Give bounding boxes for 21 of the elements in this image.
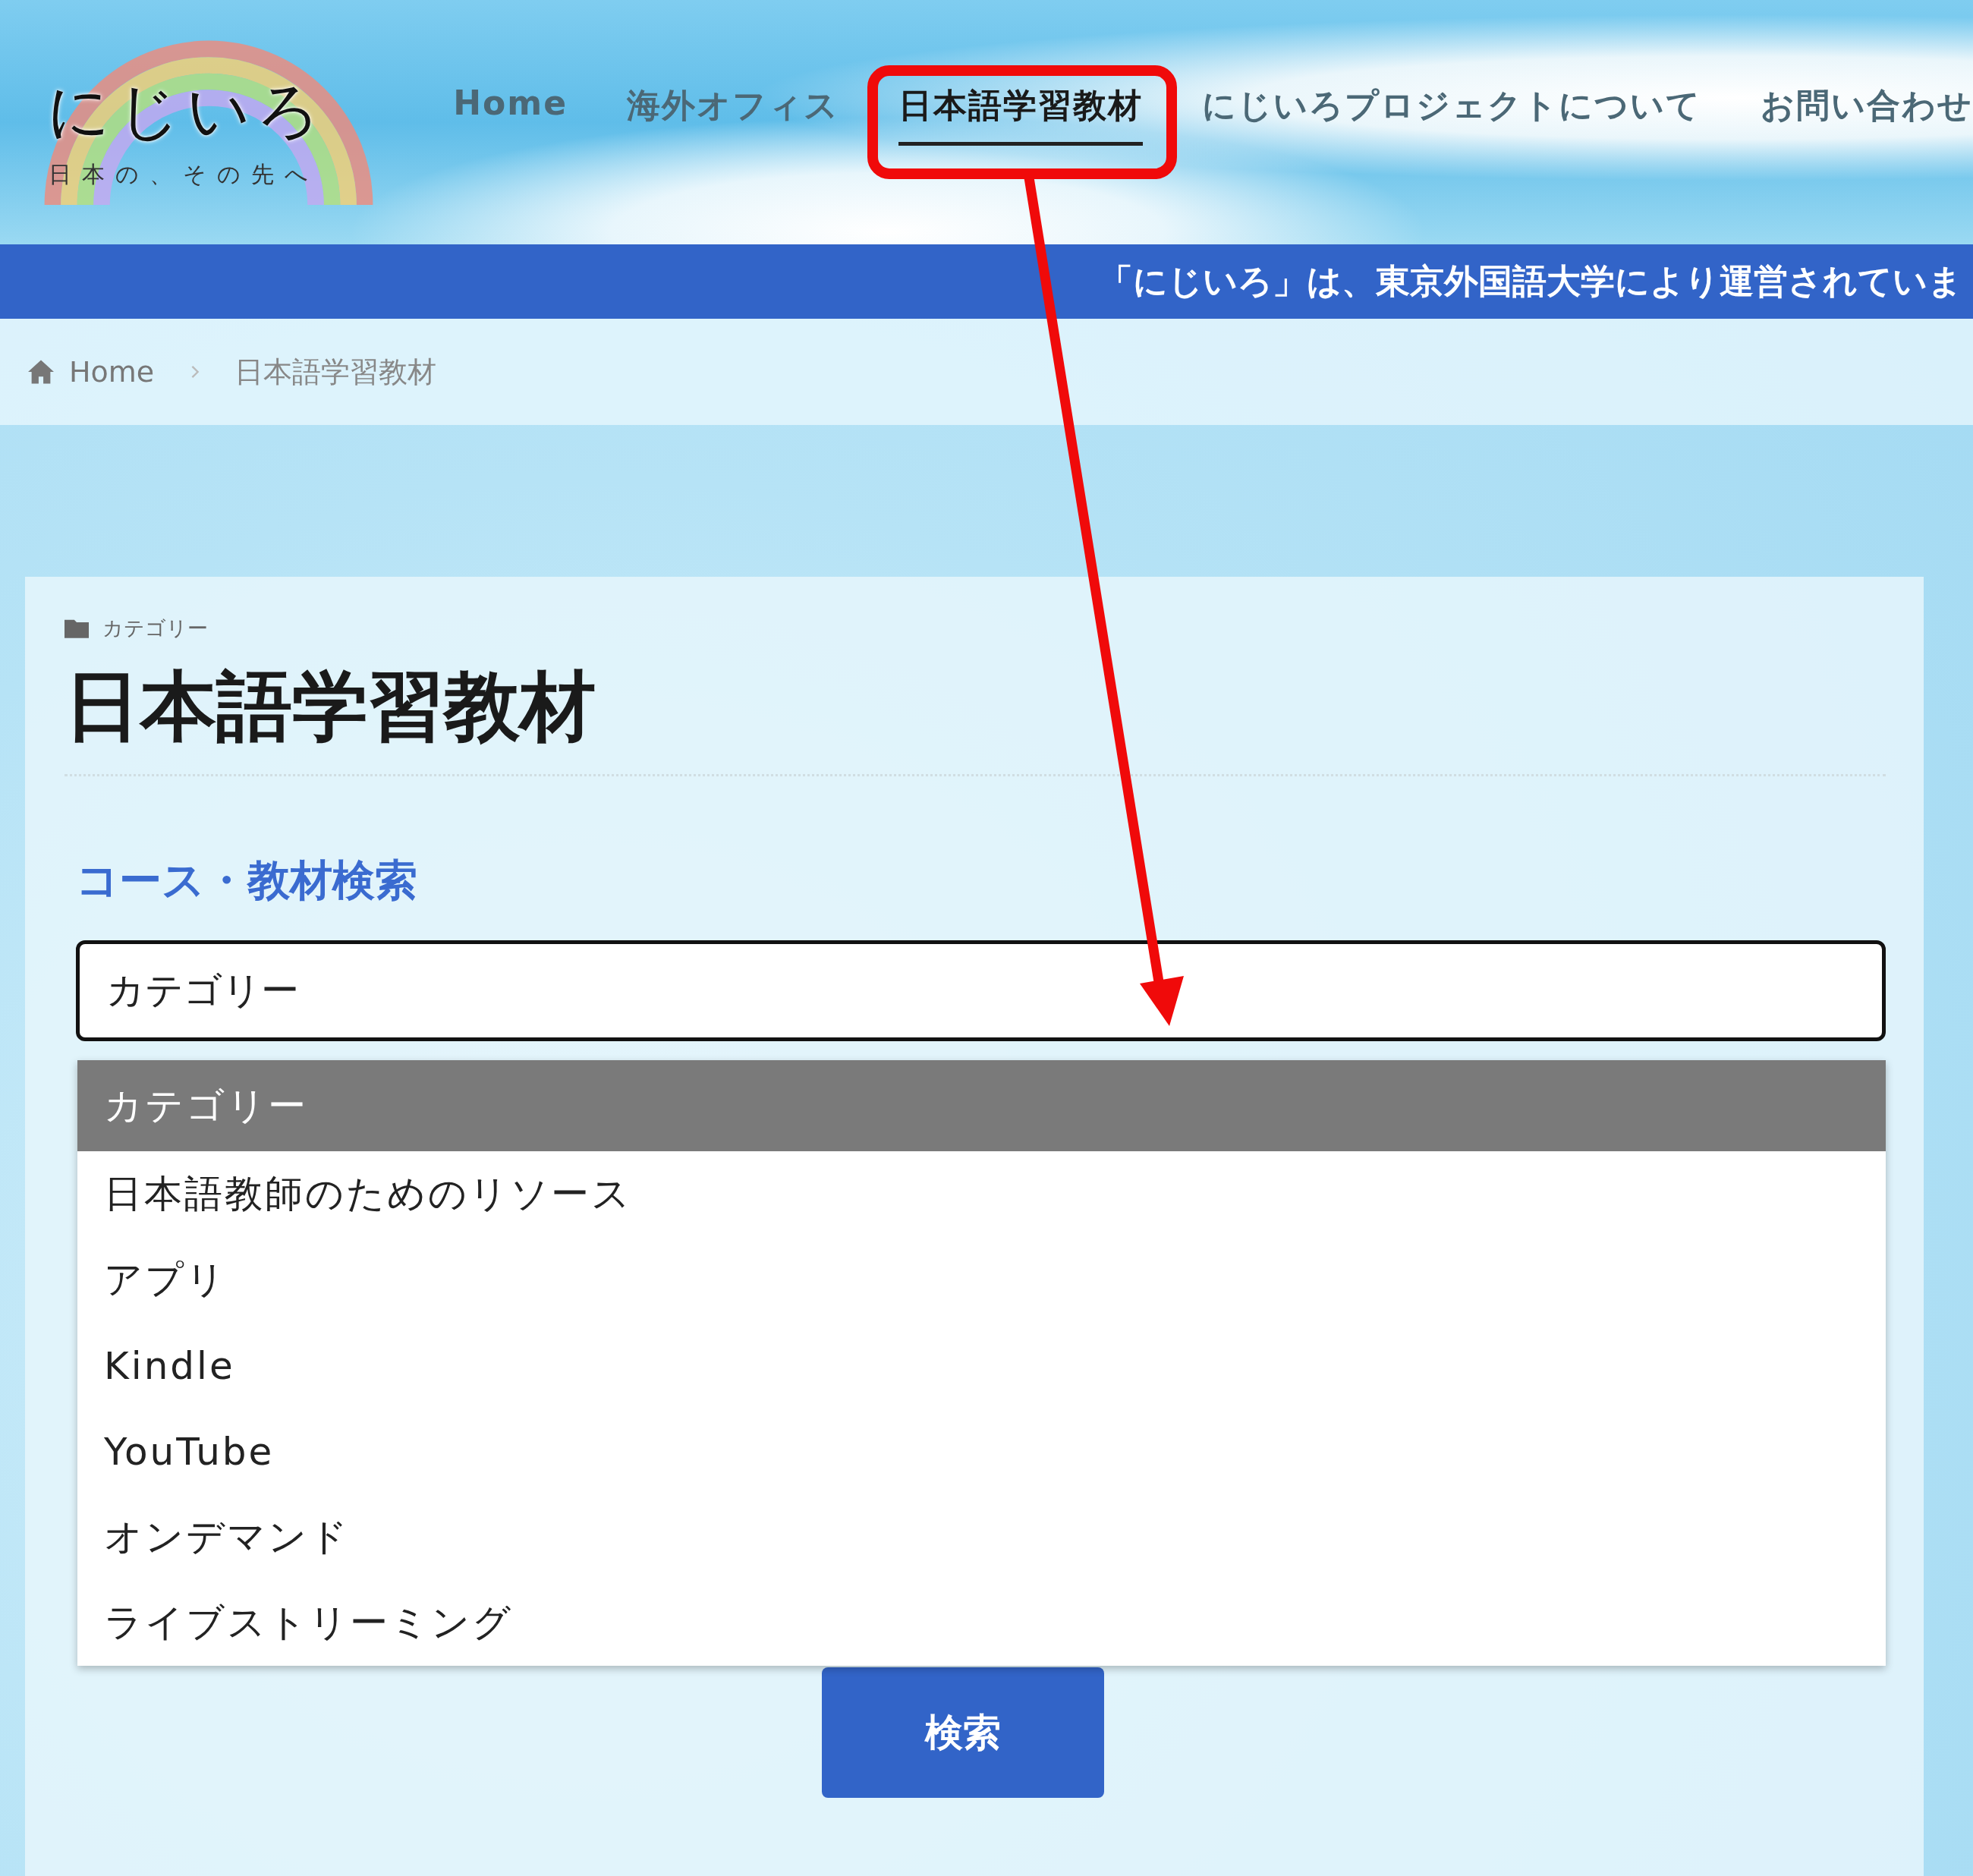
dropdown-option[interactable]: 日本語教師のためのリソース <box>77 1151 1886 1237</box>
chevron-icon <box>190 364 200 379</box>
dropdown-option[interactable]: カテゴリー <box>77 1060 1886 1151</box>
folder-icon <box>65 619 89 638</box>
breadcrumb-link[interactable]: Home <box>69 355 155 389</box>
category-select[interactable]: カテゴリー <box>76 940 1886 1041</box>
dropdown-option[interactable]: アプリ <box>77 1237 1886 1323</box>
nav-link[interactable]: お問い合わせ <box>1761 83 1973 146</box>
dropdown-option[interactable]: YouTube <box>77 1409 1886 1494</box>
dropdown-option[interactable]: Kindle <box>77 1323 1886 1409</box>
dropdown-option[interactable]: ライブストリーミング <box>77 1580 1886 1666</box>
nav-link[interactable]: 日本語学習教材 <box>898 83 1143 146</box>
search-button[interactable]: 検索 <box>821 1667 1104 1798</box>
nav-link[interactable]: にじいろプロジェクトについて <box>1202 83 1701 146</box>
category-label: カテゴリー <box>102 615 208 641</box>
page-title: 日本語学習教材 <box>65 661 596 752</box>
breadcrumb-current: 日本語学習教材 <box>234 354 437 390</box>
banner-text: 「にじいろ」は、東京外国語大学により運営されていま <box>1099 260 1962 303</box>
section-heading: コース・教材検索 <box>76 855 418 906</box>
dropdown-option[interactable]: オンデマンド <box>77 1494 1886 1580</box>
home-icon <box>27 359 55 385</box>
